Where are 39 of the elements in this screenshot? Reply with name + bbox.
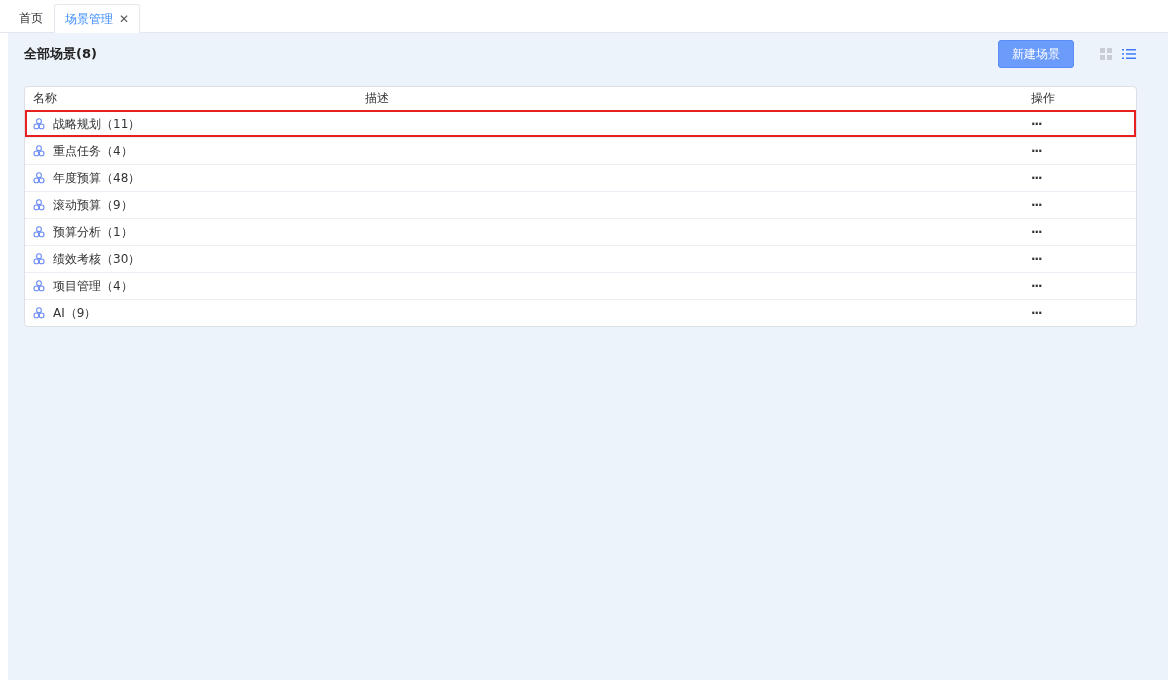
table-row[interactable]: 预算分析（1） ··· <box>25 218 1136 245</box>
scene-name[interactable]: 预算分析（1） <box>53 223 133 241</box>
section-title: 全部场景(8) <box>24 45 98 63</box>
more-actions[interactable]: ··· <box>1023 198 1136 212</box>
tab[interactable]: 场景管理 ✕ <box>54 4 141 33</box>
table-row[interactable]: AI（9） ··· <box>25 299 1136 326</box>
cluster-icon <box>33 226 45 238</box>
scene-name[interactable]: 项目管理（4） <box>53 277 133 295</box>
list-view-icon[interactable] <box>1122 47 1136 61</box>
column-header: 描述 <box>364 90 390 107</box>
column-header: 名称 <box>32 90 58 107</box>
scene-name[interactable]: 滚动预算（9） <box>53 196 133 214</box>
cluster-icon <box>33 172 45 184</box>
close-icon[interactable]: ✕ <box>119 12 130 26</box>
table-row[interactable]: 年度预算（48） ··· <box>25 164 1136 191</box>
cluster-icon <box>33 145 45 157</box>
scene-name[interactable]: 绩效考核（30） <box>53 250 141 268</box>
scene-name[interactable]: 年度预算（48） <box>53 169 141 187</box>
scene-name[interactable]: AI（9） <box>53 304 97 322</box>
more-actions[interactable]: ··· <box>1023 225 1136 239</box>
more-actions[interactable]: ··· <box>1023 144 1136 158</box>
table-row[interactable]: 绩效考核（30） ··· <box>25 245 1136 272</box>
more-actions[interactable]: ··· <box>1023 171 1136 185</box>
cluster-icon <box>33 253 45 265</box>
table-row[interactable]: 重点任务（4） ··· <box>25 137 1136 164</box>
table-row[interactable]: 滚动预算（9） ··· <box>25 191 1136 218</box>
cluster-icon <box>33 199 45 211</box>
more-actions[interactable]: ··· <box>1023 306 1136 320</box>
table-row[interactable]: 战略规划（11） ··· <box>25 110 1136 137</box>
more-actions[interactable]: ··· <box>1023 252 1136 266</box>
cluster-icon <box>33 307 45 319</box>
scene-name[interactable]: 战略规划（11） <box>53 115 141 133</box>
table-row[interactable]: 项目管理（4） ··· <box>25 272 1136 299</box>
cluster-icon <box>33 280 45 292</box>
more-actions[interactable]: ··· <box>1023 279 1136 293</box>
cluster-icon <box>33 118 45 130</box>
more-actions[interactable]: ··· <box>1023 117 1136 131</box>
column-header: 操作 <box>1030 90 1056 107</box>
scene-name[interactable]: 重点任务（4） <box>53 142 133 160</box>
